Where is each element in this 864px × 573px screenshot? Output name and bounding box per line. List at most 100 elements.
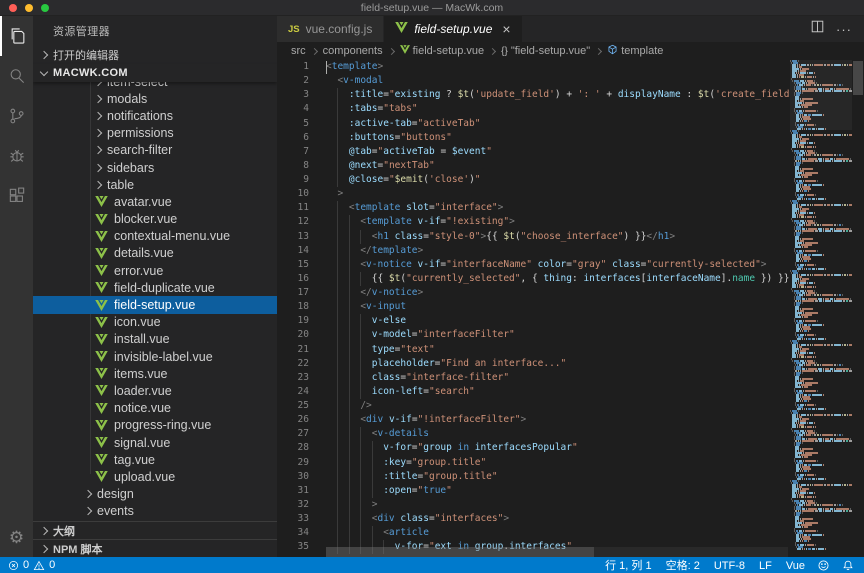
line-text: class="interface-filter"	[309, 371, 509, 385]
minimize-window-button[interactable]	[25, 4, 33, 12]
tree-item-items.vue[interactable]: items.vue	[33, 365, 277, 382]
debug-icon[interactable]	[0, 136, 33, 176]
breadcrumb-label: src	[291, 45, 306, 57]
tree-item-item-select[interactable]: item-select	[33, 82, 277, 90]
code-area[interactable]: 1<template>2<v-modal3:title="existing ? …	[277, 60, 864, 557]
vue-file-icon	[95, 317, 108, 328]
line-number: 24	[277, 385, 309, 399]
minimap[interactable]	[790, 60, 852, 557]
tree-item-table[interactable]: table	[33, 176, 277, 193]
tab-vue.config.js[interactable]: JSvue.config.js	[277, 16, 384, 42]
vertical-scrollbar-slider[interactable]	[853, 61, 863, 95]
tree-item-details.vue[interactable]: details.vue	[33, 245, 277, 262]
horizontal-scrollbar[interactable]	[326, 547, 788, 557]
line-number: 17	[277, 286, 309, 300]
line-text: />	[309, 399, 372, 413]
breadcrumb-item-1[interactable]: components	[323, 45, 383, 57]
split-editor-icon[interactable]	[811, 20, 824, 38]
status-item-4[interactable]: Vue	[786, 560, 805, 572]
tab-field-setup.vue[interactable]: field-setup.vue×	[384, 16, 522, 42]
maximize-window-button[interactable]	[41, 4, 49, 12]
section-open-editors[interactable]: 打开的编辑器	[33, 46, 277, 64]
source-control-icon[interactable]	[0, 96, 33, 136]
tree-item-notice.vue[interactable]: notice.vue	[33, 400, 277, 417]
tree-item-label: error.vue	[114, 264, 163, 278]
problems-indicator[interactable]: 0 0	[0, 559, 55, 571]
notifications-bell-icon[interactable]	[842, 559, 854, 572]
breadcrumb-item-4[interactable]: template	[607, 44, 663, 58]
code-line-32: 32>	[277, 498, 790, 512]
chevron-right-icon	[84, 507, 92, 515]
title-bar: field-setup.vue — MacWk.com	[0, 0, 864, 16]
indent-guide	[360, 314, 361, 328]
status-item-3[interactable]: LF	[759, 560, 772, 572]
indent-guide	[349, 512, 350, 526]
tree-item-install.vue[interactable]: install.vue	[33, 331, 277, 348]
tree-item-loader.vue[interactable]: loader.vue	[33, 382, 277, 399]
line-number: 1	[277, 60, 309, 74]
tree-item-signal.vue[interactable]: signal.vue	[33, 434, 277, 451]
breadcrumb-item-2[interactable]: field-setup.vue	[400, 45, 485, 57]
breadcrumb-item-0[interactable]: src	[291, 45, 306, 57]
tree-item-permissions[interactable]: permissions	[33, 125, 277, 142]
tree-item-contextual-menu.vue[interactable]: contextual-menu.vue	[33, 228, 277, 245]
tree-item-upload.vue[interactable]: upload.vue	[33, 468, 277, 485]
tree-item-events[interactable]: events	[33, 503, 277, 520]
line-text: v-model="interfaceFilter"	[309, 328, 515, 342]
indent-guide	[360, 498, 361, 512]
horizontal-scrollbar-slider[interactable]	[326, 547, 594, 557]
section-npm-scripts[interactable]: NPM 脚本	[33, 539, 277, 557]
file-tree: item-selectmodalsnotificationspermission…	[33, 82, 277, 521]
indent-guide	[349, 441, 350, 455]
indent-guide	[349, 371, 350, 385]
tree-item-notifications[interactable]: notifications	[33, 107, 277, 124]
line-text: <v-input	[309, 300, 406, 314]
breadcrumb-item-3[interactable]: {}"field-setup.vue"	[501, 45, 590, 57]
line-number: 18	[277, 300, 309, 314]
tree-item-search-filter[interactable]: search-filter	[33, 142, 277, 159]
tree-item-error.vue[interactable]: error.vue	[33, 262, 277, 279]
tree-item-tag.vue[interactable]: tag.vue	[33, 451, 277, 468]
editor-group: JSvue.config.jsfield-setup.vue× ··· srcc…	[277, 16, 864, 557]
tree-item-modals[interactable]: modals	[33, 90, 277, 107]
vertical-scrollbar[interactable]	[852, 60, 864, 557]
minimap-viewport[interactable]	[790, 60, 852, 130]
status-item-1[interactable]: 空格: 2	[666, 560, 700, 572]
indent-guide	[337, 427, 338, 441]
tree-item-progress-ring.vue[interactable]: progress-ring.vue	[33, 417, 277, 434]
explorer-icon[interactable]	[0, 16, 33, 56]
tree-item-field-setup.vue[interactable]: field-setup.vue	[33, 296, 277, 313]
tree-item-design[interactable]: design	[33, 486, 277, 503]
code-line-25: 25/>	[277, 399, 790, 413]
feedback-smiley-icon[interactable]	[817, 559, 830, 572]
explorer-sidebar: 资源管理器 打开的编辑器 MACWK.COM item-selectmodals…	[33, 16, 277, 557]
status-item-2[interactable]: UTF-8	[714, 560, 745, 572]
chevron-right-icon	[40, 51, 48, 59]
settings-gear-icon[interactable]: ⚙	[0, 517, 33, 557]
section-root-folder[interactable]: MACWK.COM	[33, 64, 277, 82]
line-number: 27	[277, 427, 309, 441]
close-icon[interactable]: ×	[502, 22, 510, 36]
tree-item-avatar.vue[interactable]: avatar.vue	[33, 193, 277, 210]
section-outline[interactable]: 大纲	[33, 521, 277, 539]
tree-item-blocker.vue[interactable]: blocker.vue	[33, 211, 277, 228]
close-window-button[interactable]	[9, 4, 17, 12]
tree-item-label: item-select	[107, 82, 167, 89]
more-actions-icon[interactable]: ···	[836, 22, 852, 37]
indent-guide	[337, 201, 338, 215]
vue-file-icon	[95, 231, 108, 242]
search-icon[interactable]	[0, 56, 33, 96]
tree-item-sidebars[interactable]: sidebars	[33, 159, 277, 176]
status-item-0[interactable]: 行 1, 列 1	[605, 560, 651, 572]
tree-item-field-duplicate.vue[interactable]: field-duplicate.vue	[33, 279, 277, 296]
line-number: 16	[277, 272, 309, 286]
tree-item-icon.vue[interactable]: icon.vue	[33, 314, 277, 331]
tree-item-label: tag.vue	[114, 453, 155, 467]
extensions-icon[interactable]	[0, 176, 33, 216]
tree-item-invisible-label.vue[interactable]: invisible-label.vue	[33, 348, 277, 365]
indent-guide	[337, 88, 338, 102]
indent-guide	[349, 343, 350, 357]
code-line-4: 4:tabs="tabs"	[277, 102, 790, 116]
minimap-line	[790, 548, 852, 550]
chevron-right-icon	[94, 112, 102, 120]
